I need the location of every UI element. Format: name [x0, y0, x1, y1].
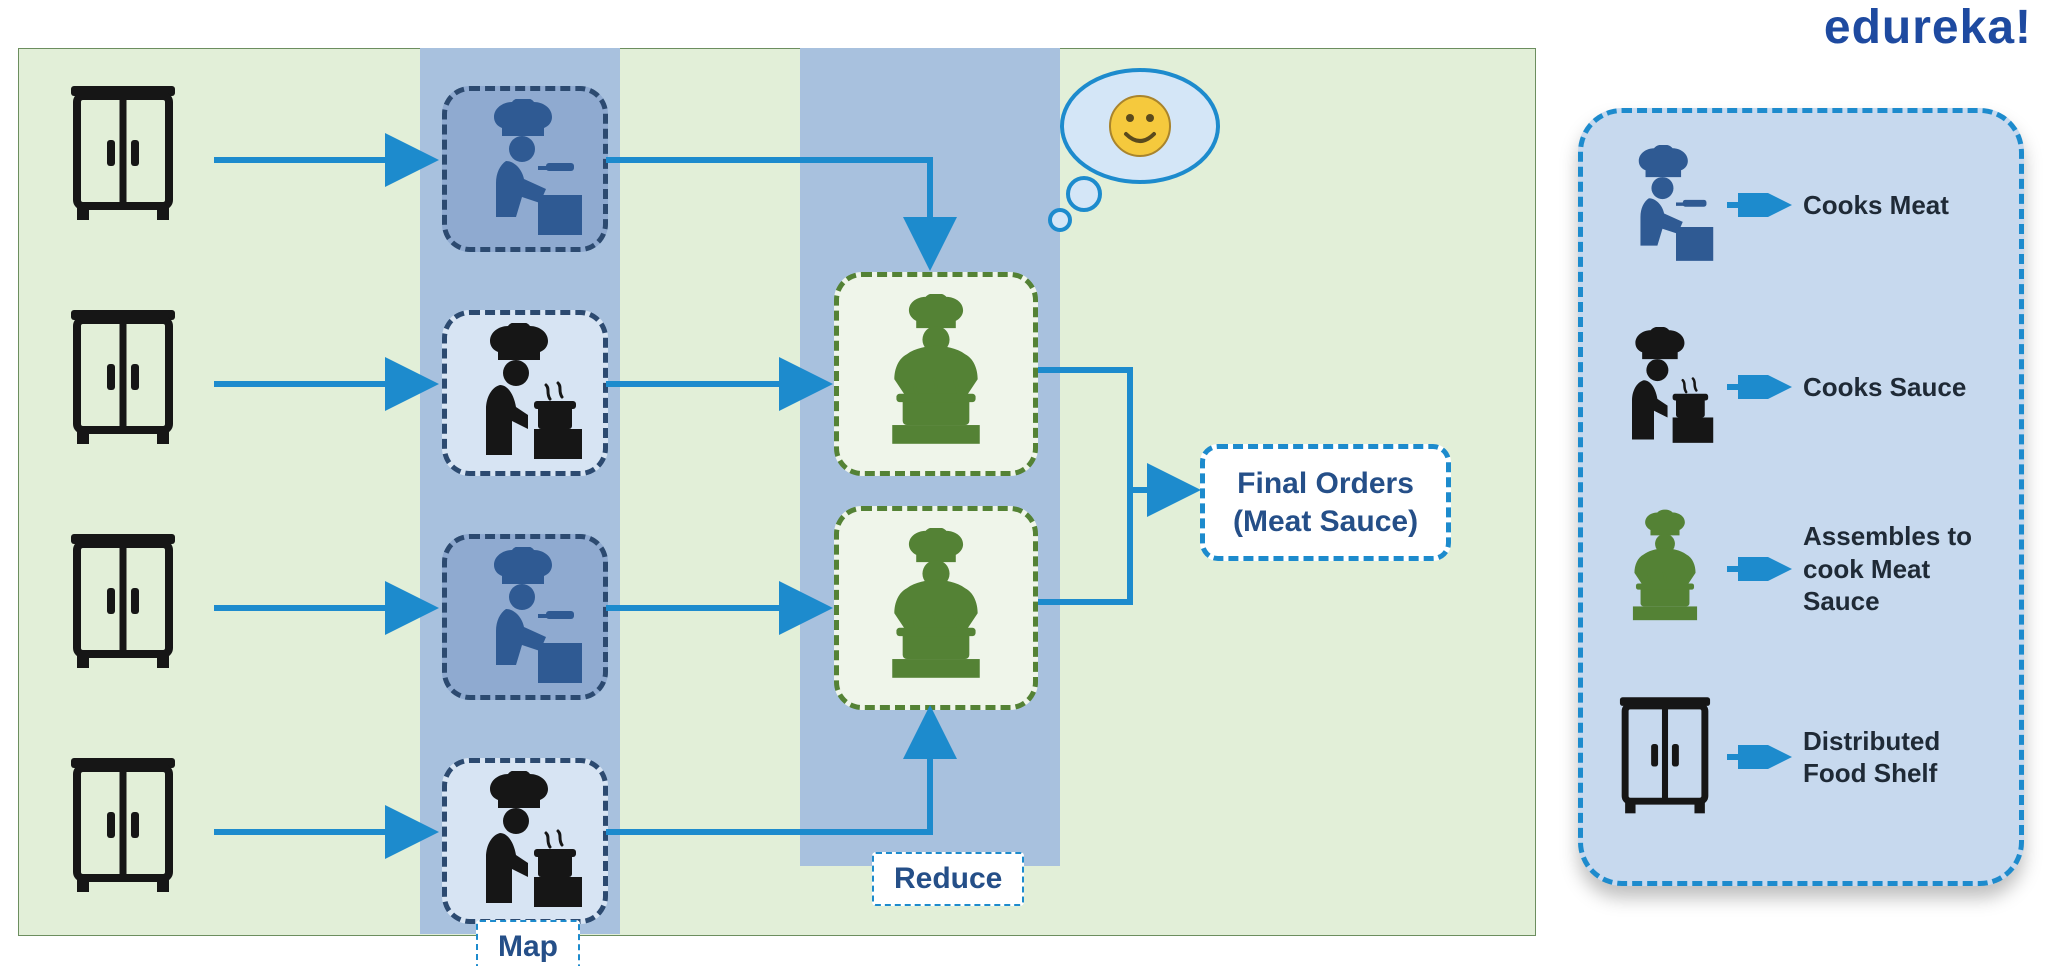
chef-black-icon [1605, 327, 1725, 447]
diagram-stage: edureka! edureka! edureka! edureka! edur… [0, 0, 2048, 966]
legend-panel: Cooks Meat Cooks Sauce Assembles to cook… [1578, 108, 2024, 886]
input-cabinet-2 [48, 304, 198, 454]
legend-row-2: Cooks Sauce [1605, 327, 1997, 447]
arrow-icon [1725, 557, 1795, 581]
reduce-node-1 [834, 272, 1038, 476]
chef-black-icon [460, 771, 590, 911]
input-cabinet-4 [48, 752, 198, 902]
arrow-icon [1725, 375, 1795, 399]
legend-row-1: Cooks Meat [1605, 145, 1997, 265]
brand-logo: edureka! [1824, 0, 2032, 55]
chef-green-icon [1605, 509, 1725, 629]
reduce-node-2 [834, 506, 1038, 710]
chef-blue-icon [1605, 145, 1725, 265]
map-label: Map [476, 920, 580, 966]
legend-text: Assembles to cook Meat Sauce [1795, 520, 1997, 618]
map-node-1 [442, 86, 608, 252]
final-line1: Final Orders [1237, 467, 1414, 500]
final-output-box: Final Orders (Meat Sauce) [1200, 444, 1451, 561]
chef-green-icon [861, 294, 1011, 454]
input-cabinet-3 [48, 528, 198, 678]
final-line2: (Meat Sauce) [1233, 505, 1418, 538]
map-node-4 [442, 758, 608, 924]
legend-text: Cooks Meat [1795, 189, 1997, 222]
chef-green-icon [861, 528, 1011, 688]
arrow-icon [1725, 745, 1795, 769]
chef-blue-icon [460, 99, 590, 239]
legend-text: Cooks Sauce [1795, 371, 1997, 404]
input-cabinet-1 [48, 80, 198, 230]
map-node-2 [442, 310, 608, 476]
chef-blue-icon [460, 547, 590, 687]
map-node-3 [442, 534, 608, 700]
arrow-icon [1725, 193, 1795, 217]
thought-bubble-smiley [1030, 56, 1230, 246]
cabinet-icon [1605, 697, 1725, 817]
legend-text: Distributed Food Shelf [1795, 725, 1997, 790]
chef-black-icon [460, 323, 590, 463]
reduce-label: Reduce [872, 852, 1024, 906]
legend-row-3: Assembles to cook Meat Sauce [1605, 509, 1997, 629]
legend-row-4: Distributed Food Shelf [1605, 697, 1997, 817]
